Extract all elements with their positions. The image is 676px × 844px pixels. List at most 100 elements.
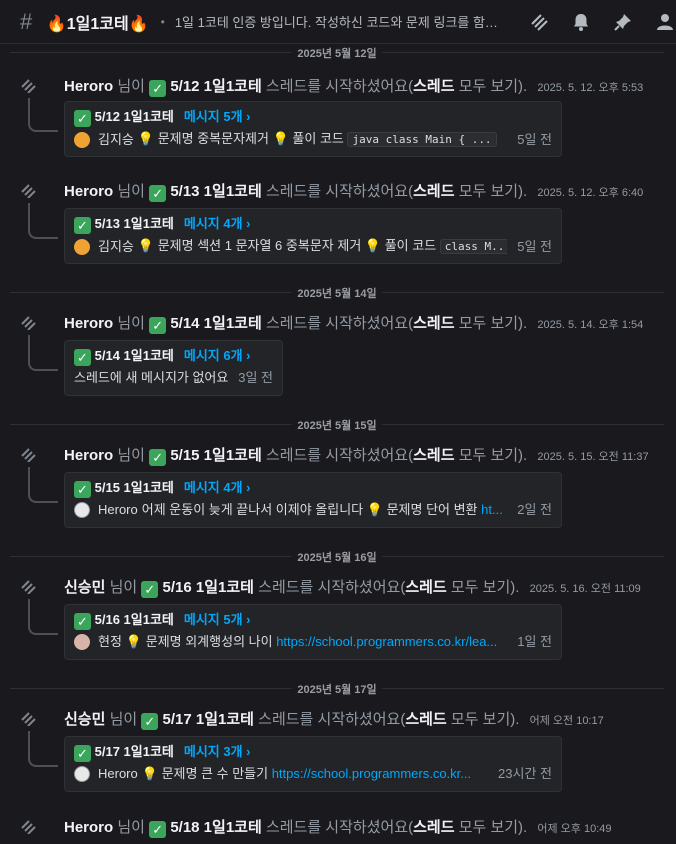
thread-connector — [28, 599, 58, 635]
channel-name[interactable]: 🔥1일1코테🔥 — [47, 10, 149, 34]
date-divider: 2025년 5월 15일 — [10, 417, 664, 433]
thread-icon — [21, 712, 36, 726]
thread-card[interactable]: ✓ 5/16 1일1코테 메시지 5개 › 현정 💡 문제명 외계행성의 나이 h… — [64, 604, 562, 660]
relative-time: 1일 전 — [517, 634, 552, 649]
preview-text: 💡 문제명 중복문자제거 💡 풀이 코드 java class Main { .… — [138, 130, 497, 149]
message-count-link[interactable]: 메시지 5개 › — [184, 109, 251, 124]
thread-title[interactable]: 5/15 1일1코테 — [170, 447, 261, 464]
preview-link: https://school.programmers.co.kr... — [271, 766, 472, 781]
preview-link: ht... — [481, 502, 503, 517]
thread-title[interactable]: 5/12 1일1코테 — [170, 78, 261, 95]
lightbulb-icon: 💡 — [137, 238, 155, 253]
thread-icon — [21, 184, 36, 198]
channel-topic[interactable]: 1일 1코테 인증 방입니다. 작성하신 코드와 문제 링크를 함께 공유... — [175, 12, 506, 31]
author-name[interactable]: Heroro — [64, 183, 113, 200]
preview-username: Heroro — [98, 766, 138, 781]
bell-icon[interactable] — [570, 11, 592, 33]
preview-username: 김지승 — [98, 238, 134, 254]
check-mark-icon: ✓ — [149, 185, 167, 202]
thread-connector — [28, 203, 58, 239]
message-count-link[interactable]: 메시지 3개 › — [184, 744, 251, 759]
lightbulb-icon: 💡 — [125, 634, 143, 649]
preview-username: Heroro — [98, 502, 138, 517]
thread-link[interactable]: 스레드 — [413, 447, 454, 464]
preview-link: https://school.programmers.co.kr/lea... — [276, 634, 498, 649]
thread-card[interactable]: ✓ 5/14 1일1코테 메시지 6개 › 스레드에 새 메시지가 없어요. 3일… — [64, 340, 283, 396]
thread-connector — [28, 98, 58, 132]
message-count-link[interactable]: 메시지 6개 › — [184, 348, 251, 363]
thread-card[interactable]: ✓ 5/15 1일1코테 메시지 4개 › Heroro 어제 운동이 늦게 끝나… — [64, 472, 562, 528]
timestamp: 2025. 5. 16. 오전 11:09 — [529, 583, 641, 595]
check-mark-icon: ✓ — [141, 713, 159, 730]
check-mark-icon: ✓ — [74, 349, 91, 366]
lightbulb-icon: 💡 — [366, 502, 383, 517]
thread-title[interactable]: 5/14 1일1코테 — [170, 315, 261, 332]
thread-card[interactable]: ✓ 5/13 1일1코테 메시지 4개 › 김지승 💡 문제명 섹션 1 문자열 … — [64, 208, 562, 264]
thread-link[interactable]: 스레드 — [413, 183, 454, 200]
thread-title[interactable]: 5/18 1일1코테 — [170, 819, 261, 836]
check-mark-icon: ✓ — [149, 821, 167, 838]
thread-link[interactable]: 스레드 — [413, 819, 454, 836]
relative-time: 5일 전 — [517, 238, 552, 254]
empty-thread-text: 스레드에 새 메시지가 없어요. — [74, 370, 229, 385]
view-all-link[interactable]: 모두 보기). — [459, 78, 528, 95]
check-mark-icon: ✓ — [141, 581, 159, 598]
view-all-link[interactable]: 모두 보기). — [451, 579, 520, 596]
thread-link[interactable]: 스레드 — [405, 711, 446, 728]
thread-card[interactable]: ✓ 5/17 1일1코테 메시지 3개 › Heroro 💡 문제명 큰 수 만들… — [64, 736, 562, 792]
thread-connector — [28, 335, 58, 371]
date-divider: 2025년 5월 14일 — [10, 285, 664, 301]
check-mark-icon: ✓ — [149, 80, 167, 97]
avatar — [74, 766, 90, 782]
timestamp: 2025. 5. 14. 오후 1:54 — [537, 319, 644, 331]
pin-icon[interactable] — [612, 11, 634, 33]
channel-header: # 🔥1일1코테🔥 • 1일 1코테 인증 방입니다. 작성하신 코드와 문제 … — [0, 0, 676, 44]
message-count-link[interactable]: 메시지 5개 › — [184, 612, 251, 627]
thread-title[interactable]: 5/13 1일1코테 — [170, 183, 261, 200]
lightbulb-icon: 💡 — [272, 131, 289, 146]
preview-text: 💡 문제명 큰 수 만들기 https://school.programmers… — [141, 766, 472, 781]
date-divider: 2025년 5월 16일 — [10, 549, 664, 565]
timestamp: 어제 오전 10:17 — [529, 715, 604, 727]
relative-time: 23시간 전 — [498, 766, 552, 781]
author-name[interactable]: 신승민 — [64, 711, 105, 728]
preview-username: 김지승 — [98, 131, 134, 147]
members-icon[interactable] — [654, 11, 676, 33]
preview-text: 💡 문제명 섹션 1 문자열 6 중복문자 제거 💡 풀이 코드 class M… — [137, 237, 508, 256]
check-mark-icon: ✓ — [149, 449, 167, 466]
check-mark-icon: ✓ — [74, 110, 91, 127]
thread-connector — [28, 731, 58, 767]
thread-card[interactable]: ✓ 5/12 1일1코테 메시지 5개 › 김지승 💡 문제명 중복문자제거 💡 … — [64, 101, 562, 157]
view-all-link[interactable]: 모두 보기). — [459, 819, 528, 836]
lightbulb-icon: 💡 — [141, 766, 158, 781]
relative-time: 2일 전 — [517, 502, 552, 517]
thread-link[interactable]: 스레드 — [413, 315, 454, 332]
view-all-link[interactable]: 모두 보기). — [459, 447, 528, 464]
check-mark-icon: ✓ — [74, 217, 91, 234]
thread-icon — [21, 79, 36, 93]
lightbulb-icon: 💡 — [364, 238, 382, 253]
author-name[interactable]: Heroro — [64, 447, 113, 464]
message-count-link[interactable]: 메시지 4개 › — [184, 480, 251, 495]
author-name[interactable]: Heroro — [64, 315, 113, 332]
message-count-link[interactable]: 메시지 4개 › — [184, 216, 251, 231]
relative-time: 3일 전 — [238, 370, 273, 385]
view-all-link[interactable]: 모두 보기). — [451, 711, 520, 728]
date-divider: 2025년 5월 17일 — [10, 681, 664, 697]
thread-title[interactable]: 5/16 1일1코테 — [163, 579, 254, 596]
header-toolbar — [528, 11, 676, 33]
view-all-link[interactable]: 모두 보기). — [459, 315, 528, 332]
timestamp: 2025. 5. 15. 오전 11:37 — [537, 451, 649, 463]
thread-link[interactable]: 스레드 — [413, 78, 454, 95]
view-all-link[interactable]: 모두 보기). — [459, 183, 528, 200]
threads-icon[interactable] — [528, 11, 550, 33]
thread-title[interactable]: 5/17 1일1코테 — [163, 711, 254, 728]
author-name[interactable]: 신승민 — [64, 579, 105, 596]
author-name[interactable]: Heroro — [64, 819, 113, 836]
preview-text: 💡 문제명 외계행성의 나이 https://school.programmer… — [125, 634, 498, 649]
relative-time: 5일 전 — [517, 131, 552, 147]
thread-icon — [21, 448, 36, 462]
avatar — [74, 502, 90, 518]
author-name[interactable]: Heroro — [64, 78, 113, 95]
thread-link[interactable]: 스레드 — [405, 579, 446, 596]
